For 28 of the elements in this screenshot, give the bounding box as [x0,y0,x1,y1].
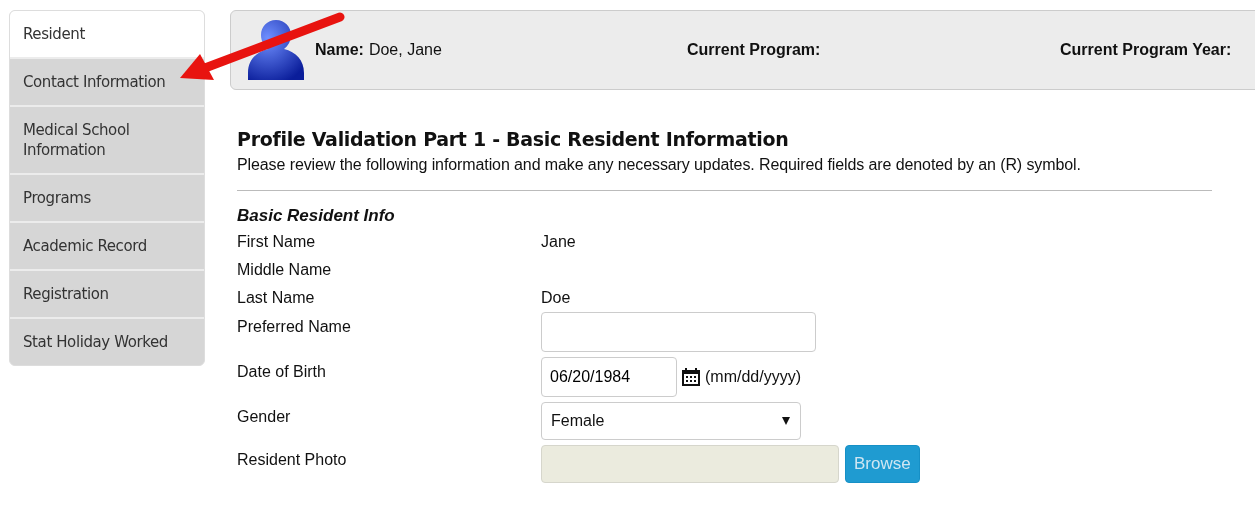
date-format-hint: (mm/dd/yyyy) [705,368,801,386]
field-label: Middle Name [237,261,332,278]
sidebar-item[interactable]: Registration [10,269,204,317]
sidebar-item[interactable]: Academic Record [10,221,204,269]
sidebar-item[interactable]: Stat Holiday Worked [10,317,204,365]
sidebar-item[interactable]: Medical School Information [10,105,204,173]
gender-dropdown[interactable]: Female [541,402,801,440]
field-label: Preferred Name [237,318,351,335]
file-field[interactable] [541,445,839,483]
subsection-title: Basic Resident Info [237,206,396,226]
calendar-icon[interactable] [681,367,701,387]
header-field: Current Program Year: [1060,41,1237,58]
field-label: Resident Photo [237,451,347,468]
intro-text: Please review the following information and make any necessary updates. Required fields are denoted by an (R) symbol. [237,156,1082,174]
caret-icon [782,417,790,425]
input-field[interactable] [541,312,816,352]
field-label: First Name [237,233,316,250]
header-field: Name: Doe, Jane [315,41,442,58]
field-label: Last Name [237,289,315,306]
sidebar-item[interactable]: Programs [10,173,204,221]
header-field: Current Program: [687,41,826,58]
date-field[interactable]: 06/20/1984 [541,357,677,397]
sidebar-item[interactable]: Resident [10,11,204,57]
field-value: Doe [541,289,571,307]
field-label: Gender [237,408,291,425]
section-title: Profile Validation Part 1 - Basic Resident Information [237,128,790,150]
field-value: Jane [541,233,576,251]
field-label: Date of Birth [237,363,326,380]
